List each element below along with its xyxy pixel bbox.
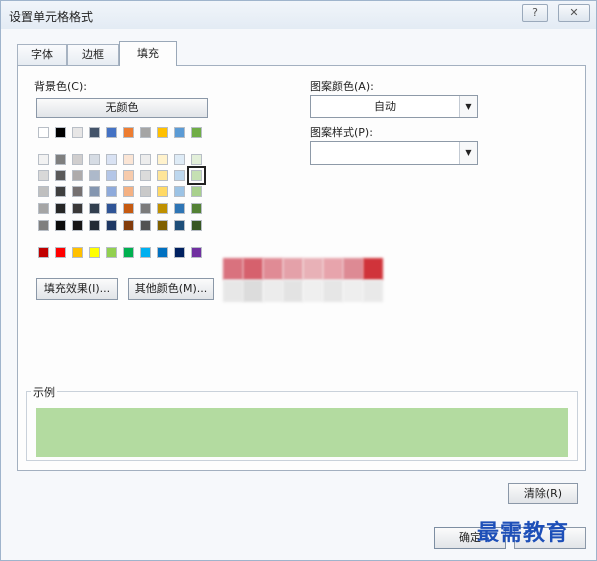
color-swatch[interactable] — [55, 154, 66, 165]
color-swatch[interactable] — [123, 220, 134, 231]
color-swatch[interactable] — [140, 203, 151, 214]
color-swatch[interactable] — [187, 166, 206, 185]
pattern-color-value: 自动 — [374, 100, 396, 113]
help-button[interactable]: ? — [522, 4, 548, 22]
sample-label: 示例 — [31, 384, 57, 400]
color-swatch[interactable] — [89, 170, 100, 181]
sample-preview — [36, 408, 568, 457]
color-swatch[interactable] — [38, 247, 49, 258]
color-swatch[interactable] — [123, 186, 134, 197]
color-swatch[interactable] — [191, 127, 202, 138]
color-swatch[interactable] — [38, 127, 49, 138]
color-swatch[interactable] — [89, 186, 100, 197]
color-swatch[interactable] — [55, 247, 66, 258]
color-swatch[interactable] — [140, 247, 151, 258]
color-swatch[interactable] — [38, 186, 49, 197]
color-swatch[interactable] — [123, 170, 134, 181]
color-swatch[interactable] — [89, 154, 100, 165]
color-swatch[interactable] — [55, 127, 66, 138]
color-swatch[interactable] — [140, 154, 151, 165]
color-swatch[interactable] — [191, 154, 202, 165]
color-swatch[interactable] — [140, 186, 151, 197]
color-swatch[interactable] — [174, 170, 185, 181]
color-swatch[interactable] — [157, 247, 168, 258]
color-swatch[interactable] — [174, 127, 185, 138]
color-swatch[interactable] — [38, 203, 49, 214]
color-swatch[interactable] — [191, 186, 202, 197]
watermark-logo: 最需教育 — [477, 520, 570, 546]
color-swatch[interactable] — [191, 220, 202, 231]
color-swatch[interactable] — [106, 247, 117, 258]
dialog-title: 设置单元格格式 — [9, 10, 94, 24]
color-swatch[interactable] — [191, 203, 202, 214]
color-swatch[interactable] — [89, 203, 100, 214]
color-swatch[interactable] — [174, 154, 185, 165]
color-swatch[interactable] — [174, 220, 185, 231]
pattern-color-dropdown[interactable]: 自动 ▼ — [310, 95, 478, 118]
pattern-style-label: 图案样式(P): — [310, 126, 373, 139]
color-swatch[interactable] — [38, 154, 49, 165]
color-swatch[interactable] — [140, 127, 151, 138]
color-swatch[interactable] — [106, 186, 117, 197]
color-swatch[interactable] — [89, 127, 100, 138]
color-swatch[interactable] — [157, 170, 168, 181]
sample-group: 示例 — [26, 384, 578, 461]
color-swatch[interactable] — [55, 186, 66, 197]
color-swatch[interactable] — [72, 203, 83, 214]
color-swatch[interactable] — [123, 127, 134, 138]
color-swatch[interactable] — [174, 247, 185, 258]
color-swatch[interactable] — [157, 203, 168, 214]
pattern-style-value — [311, 142, 459, 163]
color-swatch[interactable] — [38, 220, 49, 231]
color-swatch[interactable] — [38, 170, 49, 181]
color-swatch[interactable] — [174, 203, 185, 214]
color-swatch[interactable] — [157, 127, 168, 138]
tab-border[interactable]: 边框 — [67, 44, 119, 65]
color-swatch[interactable] — [157, 154, 168, 165]
tab-fill[interactable]: 填充 — [119, 41, 177, 66]
color-swatch[interactable] — [157, 220, 168, 231]
clear-button[interactable]: 清除(R) — [508, 483, 578, 504]
color-swatch[interactable] — [140, 170, 151, 181]
chevron-down-icon[interactable]: ▼ — [459, 142, 477, 164]
more-colors-button[interactable]: 其他颜色(M)... — [128, 278, 214, 300]
color-swatch[interactable] — [106, 203, 117, 214]
color-swatch[interactable] — [72, 154, 83, 165]
chevron-down-icon[interactable]: ▼ — [459, 96, 477, 117]
color-swatch[interactable] — [157, 186, 168, 197]
color-swatch[interactable] — [72, 186, 83, 197]
color-swatch[interactable] — [123, 154, 134, 165]
close-button[interactable]: ✕ — [558, 4, 590, 22]
background-color-label: 背景色(C): — [34, 80, 87, 93]
fill-effects-button[interactable]: 填充效果(I)... — [36, 278, 118, 300]
pattern-color-label: 图案颜色(A): — [310, 80, 374, 93]
color-swatch[interactable] — [123, 203, 134, 214]
pattern-style-dropdown[interactable]: ▼ — [310, 141, 478, 165]
color-swatch[interactable] — [55, 170, 66, 181]
color-swatch[interactable] — [72, 220, 83, 231]
color-swatch[interactable] — [72, 247, 83, 258]
redacted-color-strip — [223, 256, 393, 302]
color-swatch[interactable] — [140, 220, 151, 231]
color-swatch[interactable] — [55, 220, 66, 231]
color-swatch[interactable] — [191, 247, 202, 258]
color-swatch[interactable] — [89, 220, 100, 231]
color-swatch[interactable] — [123, 247, 134, 258]
color-swatch[interactable] — [174, 186, 185, 197]
color-swatch[interactable] — [106, 127, 117, 138]
color-swatch[interactable] — [106, 154, 117, 165]
color-swatch[interactable] — [55, 203, 66, 214]
color-swatch[interactable] — [106, 220, 117, 231]
color-swatch[interactable] — [72, 127, 83, 138]
color-swatch[interactable] — [72, 170, 83, 181]
fill-panel: 背景色(C): 无颜色 填充效果(I)... 其他颜色(M)... 图案颜色(A… — [17, 65, 586, 471]
title-bar[interactable]: 设置单元格格式 ? ✕ — [1, 1, 596, 29]
color-swatch[interactable] — [89, 247, 100, 258]
color-swatch[interactable] — [106, 170, 117, 181]
tab-font[interactable]: 字体 — [17, 44, 67, 65]
no-color-button[interactable]: 无颜色 — [36, 98, 208, 118]
format-cells-dialog: 设置单元格格式 ? ✕ 字体 边框 填充 背景色(C): 无颜色 填充效果(I)… — [0, 0, 597, 561]
